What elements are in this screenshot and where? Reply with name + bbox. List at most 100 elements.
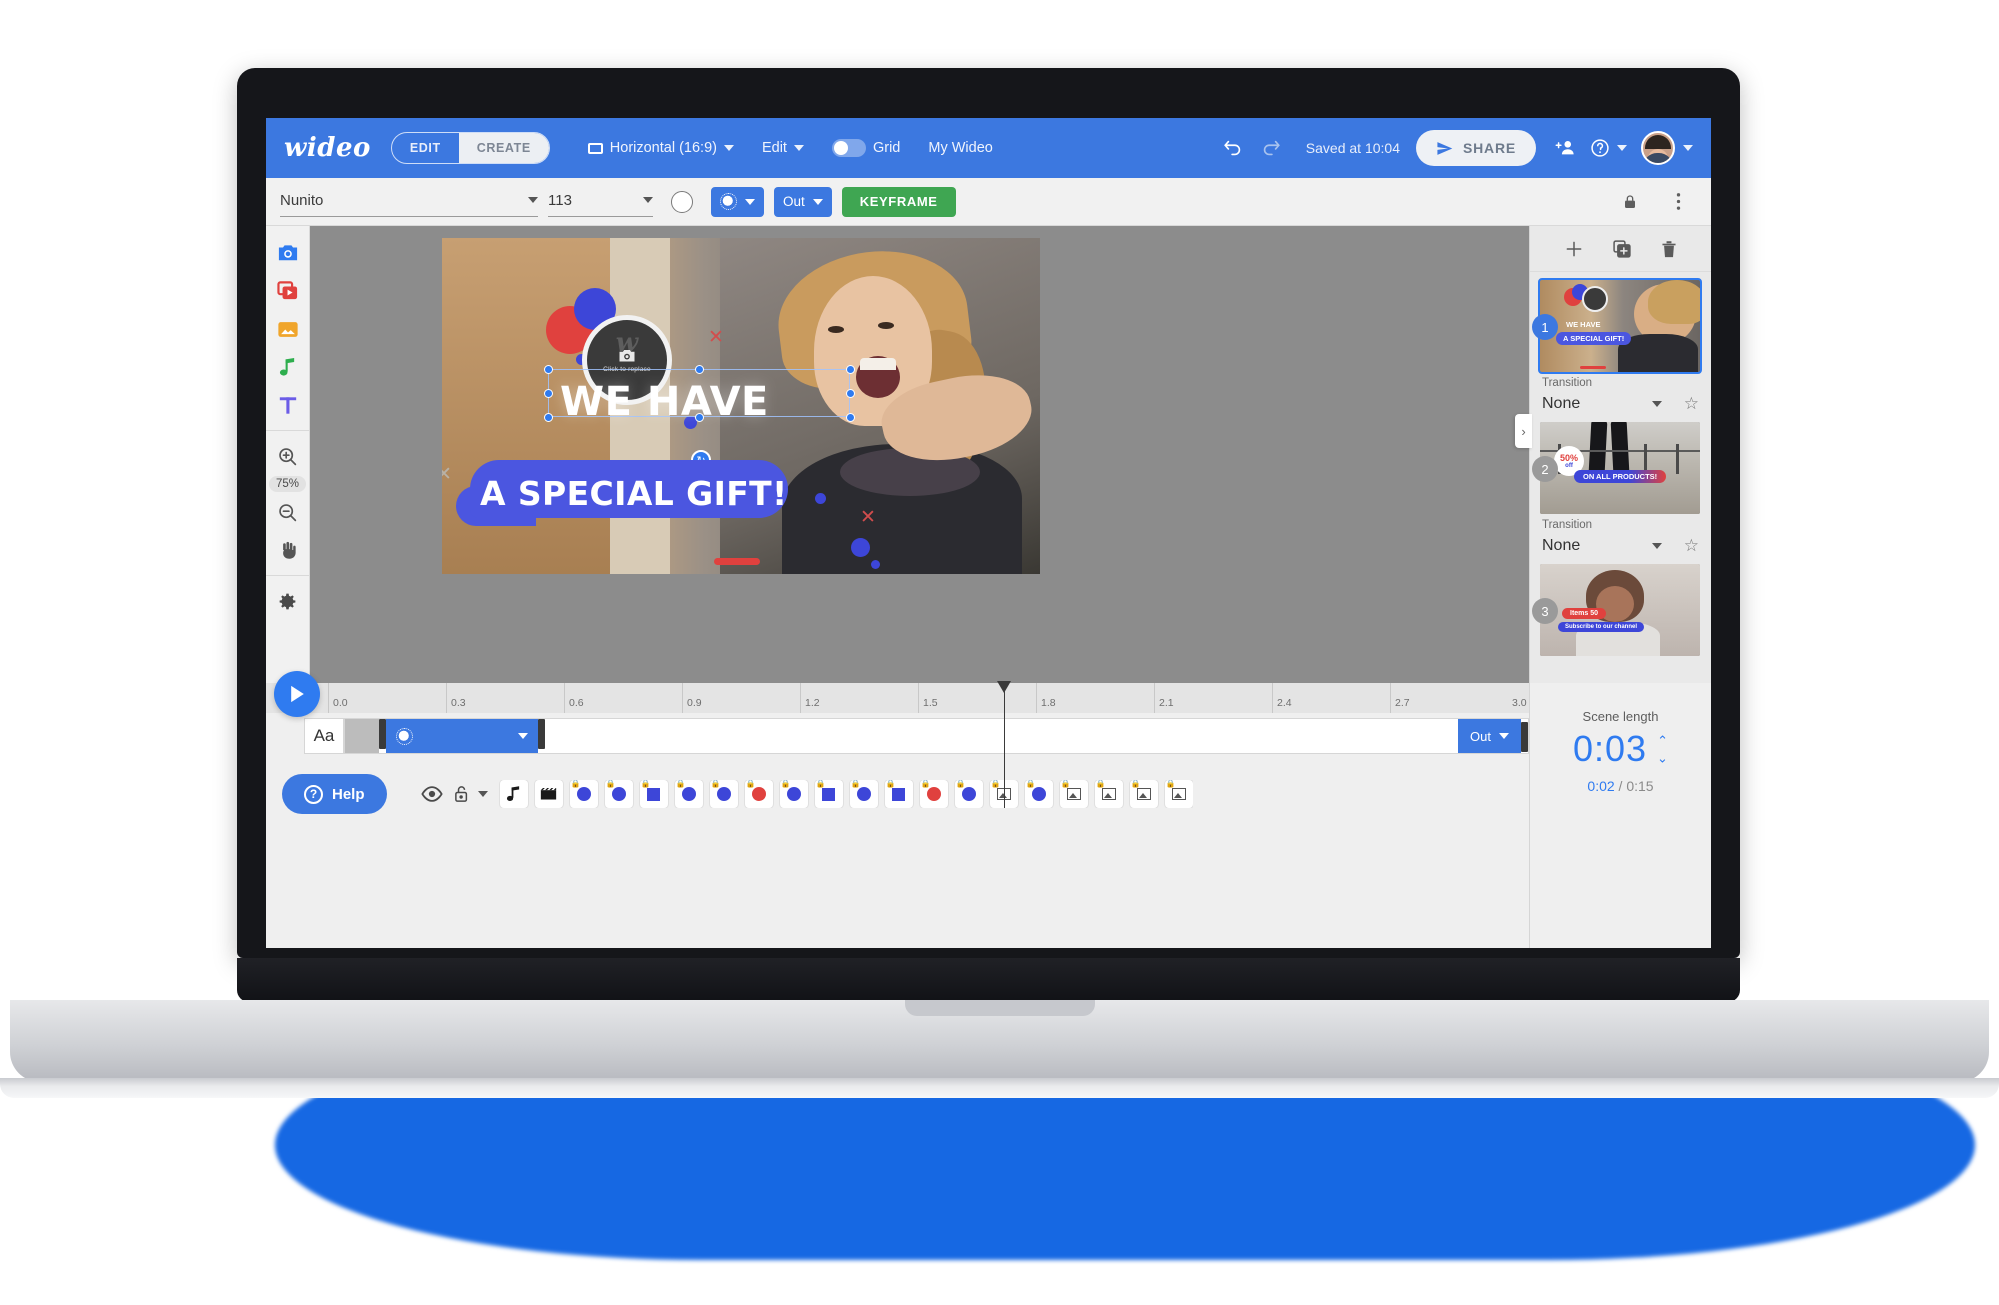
canvas-text-line-1[interactable]: WE HAVE bbox=[560, 379, 769, 425]
help-button[interactable]: ? Help bbox=[282, 774, 387, 814]
edit-menu[interactable]: Edit bbox=[748, 128, 818, 168]
timeline-area: 0.0 0.3 0.6 0.9 1.2 1.5 1.8 2.1 2.4 2.7 … bbox=[266, 671, 1711, 948]
project-name[interactable]: My Wideo bbox=[914, 128, 1006, 168]
animation-clip[interactable] bbox=[386, 719, 538, 753]
duplicate-scene-icon[interactable] bbox=[1612, 239, 1632, 259]
clip-handle-right[interactable] bbox=[538, 719, 545, 749]
help-menu[interactable] bbox=[1584, 128, 1633, 168]
user-avatar[interactable] bbox=[1641, 131, 1675, 165]
gear-icon[interactable] bbox=[269, 582, 307, 620]
video-layer-icon[interactable] bbox=[534, 780, 563, 808]
selection-handle-mr[interactable] bbox=[846, 389, 855, 398]
animation-type-select[interactable] bbox=[711, 186, 764, 217]
visibility-eye-icon[interactable] bbox=[420, 786, 443, 802]
animation-out-clip[interactable]: Out bbox=[1458, 719, 1521, 753]
timeline-track-lane[interactable]: Out bbox=[344, 718, 1529, 754]
music-layer-icon[interactable] bbox=[499, 780, 528, 808]
scene-thumbnail[interactable]: WE HAVE A SPECIAL GIFT! bbox=[1538, 278, 1702, 374]
zoom-level[interactable]: 75% bbox=[268, 476, 307, 492]
object-layer-image[interactable]: 🔒 bbox=[1059, 780, 1088, 808]
object-layer-circle[interactable]: 🔒 bbox=[779, 780, 808, 808]
selection-handle-ml[interactable] bbox=[544, 389, 553, 398]
redo-button[interactable] bbox=[1252, 129, 1290, 167]
object-layer-square[interactable]: 🔒 bbox=[639, 780, 668, 808]
object-layer-circle[interactable]: 🔒 bbox=[709, 780, 738, 808]
person-eye-left bbox=[828, 326, 844, 333]
object-layer-circle[interactable]: 🔒 bbox=[674, 780, 703, 808]
keyframe-button[interactable]: KEYFRAME bbox=[841, 186, 956, 217]
chevron-down-icon[interactable] bbox=[1683, 145, 1693, 151]
format-selector[interactable]: Horizontal (16:9) bbox=[574, 128, 748, 168]
object-layer-circle[interactable]: 🔒 bbox=[604, 780, 633, 808]
timeline-ruler[interactable]: 0.0 0.3 0.6 0.9 1.2 1.5 1.8 2.1 2.4 2.7 … bbox=[266, 671, 1529, 808]
collapse-panel-button[interactable]: › bbox=[1515, 414, 1532, 448]
selection-handle-bc[interactable] bbox=[695, 413, 704, 422]
share-button[interactable]: SHARE bbox=[1415, 130, 1536, 166]
object-layer-square[interactable]: 🔒 bbox=[814, 780, 843, 808]
text-icon[interactable] bbox=[269, 386, 307, 424]
font-size-select[interactable]: 113 bbox=[548, 187, 653, 217]
grid-toggle[interactable] bbox=[831, 139, 866, 157]
grid-toggle-group[interactable]: Grid bbox=[818, 128, 914, 168]
tab-create[interactable]: CREATE bbox=[458, 133, 549, 163]
lock-icon: 🔒 bbox=[640, 780, 651, 788]
circle-shape-icon bbox=[786, 787, 801, 801]
timeline-bottom-bar: ? Help 🔒 🔒 🔒 🔒 🔒 🔒 🔒 🔒 🔒 🔒 🔒 🔒 🔒 🔒 🔒 🔒 🔒… bbox=[266, 759, 1529, 829]
object-layer-circle[interactable]: 🔒 bbox=[919, 780, 948, 808]
chevron-down-icon[interactable] bbox=[1651, 401, 1662, 407]
hand-icon[interactable] bbox=[269, 531, 307, 569]
star-icon[interactable]: ☆ bbox=[1684, 536, 1699, 556]
selection-handle-tl[interactable] bbox=[544, 365, 553, 374]
scene-number: 2 bbox=[1532, 456, 1558, 482]
text-track-label[interactable]: Aa bbox=[304, 718, 344, 754]
delete-scene-icon[interactable] bbox=[1660, 239, 1678, 259]
selection-handle-tc[interactable] bbox=[695, 365, 704, 374]
chevron-down-icon[interactable] bbox=[477, 791, 488, 797]
tab-edit[interactable]: EDIT bbox=[392, 133, 459, 163]
scene-thumbnail[interactable]: 50% off ON ALL PRODUCTS! bbox=[1540, 422, 1700, 514]
object-layer-circle[interactable]: 🔒 bbox=[954, 780, 983, 808]
video-icon[interactable] bbox=[269, 272, 307, 310]
invite-collaborator-button[interactable] bbox=[1546, 129, 1584, 167]
more-options-button[interactable] bbox=[1659, 183, 1697, 221]
object-layer-image[interactable]: 🔒 bbox=[1164, 780, 1193, 808]
clip-handle-left[interactable] bbox=[379, 719, 386, 749]
selection-handle-bl[interactable] bbox=[544, 413, 553, 422]
object-layer-image[interactable]: 🔒 bbox=[1129, 780, 1158, 808]
transition-select-row[interactable]: None ☆ bbox=[1540, 531, 1701, 558]
selection-handle-br[interactable] bbox=[846, 413, 855, 422]
lock-element-button[interactable] bbox=[1611, 183, 1649, 221]
scene-thumbnail[interactable]: Items 50 Subscribe to our channel bbox=[1540, 564, 1700, 656]
undo-button[interactable] bbox=[1214, 129, 1252, 167]
camera-icon[interactable] bbox=[269, 234, 307, 272]
zoom-out-icon[interactable] bbox=[269, 493, 307, 531]
font-family-select[interactable]: Nunito bbox=[280, 187, 538, 217]
clip-handle-out-right[interactable] bbox=[1521, 722, 1528, 752]
animation-direction-select[interactable]: Out bbox=[774, 186, 832, 217]
text-color-picker[interactable] bbox=[671, 190, 693, 213]
music-icon[interactable] bbox=[269, 348, 307, 386]
image-icon[interactable] bbox=[269, 310, 307, 348]
object-layer-circle[interactable]: 🔒 bbox=[1024, 780, 1053, 808]
playhead[interactable] bbox=[997, 681, 1011, 808]
canvas-workspace[interactable]: ✕ ✕ ✕ w Click to replace WE HAVE A SPECI… bbox=[310, 226, 1529, 683]
video-canvas[interactable]: ✕ ✕ ✕ w Click to replace WE HAVE A SPECI… bbox=[442, 238, 1040, 574]
star-icon[interactable]: ☆ bbox=[1684, 394, 1699, 414]
object-layer-circle[interactable]: 🔒 bbox=[849, 780, 878, 808]
unlock-icon[interactable] bbox=[454, 785, 469, 803]
object-layer-circle[interactable]: 🔒 bbox=[569, 780, 598, 808]
object-layer-square[interactable]: 🔒 bbox=[884, 780, 913, 808]
object-layer-image[interactable]: 🔒 bbox=[1094, 780, 1123, 808]
add-scene-icon[interactable] bbox=[1564, 239, 1584, 259]
stepper-up-icon[interactable]: ⌃ bbox=[1657, 734, 1668, 747]
zoom-in-icon[interactable] bbox=[269, 437, 307, 475]
chevron-down-icon[interactable] bbox=[1651, 543, 1662, 549]
object-layer-circle[interactable]: 🔒 bbox=[744, 780, 773, 808]
stepper-down-icon[interactable]: ⌃ bbox=[1657, 750, 1668, 765]
transition-select-row[interactable]: None ☆ bbox=[1540, 389, 1701, 416]
selection-handle-tr[interactable] bbox=[846, 365, 855, 374]
scene-length-value[interactable]: 0:03 bbox=[1573, 728, 1647, 770]
wideo-logo[interactable]: wideo bbox=[284, 133, 371, 163]
canvas-text-line-2[interactable]: A SPECIAL GIFT! bbox=[480, 474, 788, 513]
play-button[interactable] bbox=[274, 671, 320, 717]
